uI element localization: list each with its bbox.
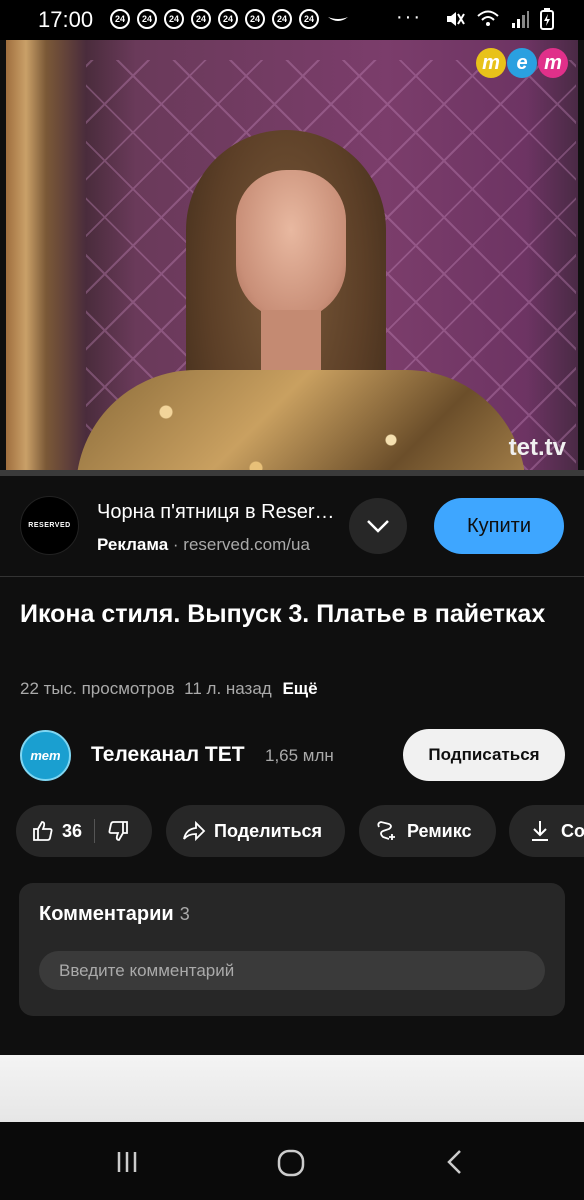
remix-button[interactable]: Ремикс bbox=[359, 805, 496, 857]
ad-url: reserved.com/ua bbox=[183, 535, 310, 554]
more-description-link[interactable]: Ещё bbox=[282, 679, 317, 698]
save-label: Сохранить bbox=[561, 820, 584, 841]
notification-badge-icon: 24 bbox=[245, 9, 265, 29]
mustache-icon bbox=[328, 17, 348, 21]
upload-age: 11 л. назад bbox=[184, 679, 272, 698]
ad-banner[interactable]: RESERVED Чорна п'ятниця в Reserved Рекла… bbox=[0, 476, 584, 577]
divider bbox=[94, 819, 96, 843]
channel-avatar[interactable]: тет bbox=[20, 730, 71, 781]
action-bar: 36 Поделиться Ремикс Сохранить bbox=[16, 805, 584, 857]
logo-letter: т bbox=[538, 48, 568, 78]
ad-title[interactable]: Чорна п'ятниця в Reserved bbox=[97, 501, 337, 524]
notification-badge-icon: 24 bbox=[164, 9, 184, 29]
signal-icon bbox=[512, 11, 529, 28]
comments-panel[interactable]: Комментарии 3 Введите комментарий bbox=[19, 883, 565, 1016]
system-nav-bar bbox=[0, 1122, 584, 1200]
status-bar: 17:00 24 24 24 24 24 24 24 24 ··· bbox=[0, 0, 584, 40]
video-figure-dress bbox=[76, 370, 526, 474]
video-meta[interactable]: 22 тыс. просмотров 11 л. назад Ещё bbox=[20, 679, 318, 699]
home-icon[interactable] bbox=[276, 1148, 306, 1178]
chevron-down-icon bbox=[367, 520, 389, 533]
comments-title: Комментарии bbox=[39, 903, 174, 925]
share-button[interactable]: Поделиться bbox=[166, 805, 345, 857]
video-figure-face bbox=[236, 170, 346, 320]
video-watermark: tet.tv bbox=[508, 434, 566, 461]
more-notifications-icon: ··· bbox=[396, 6, 422, 28]
mute-icon bbox=[447, 12, 465, 26]
notification-badge-icon: 24 bbox=[191, 9, 211, 29]
share-arrow-icon bbox=[183, 820, 206, 842]
logo-letter: т bbox=[476, 48, 506, 78]
remix-icon bbox=[377, 821, 395, 840]
notification-badge-icon: 24 bbox=[218, 9, 238, 29]
remix-label: Ремикс bbox=[407, 820, 472, 841]
logo-letter: е bbox=[507, 48, 537, 78]
video-title[interactable]: Икона стиля. Выпуск 3. Платье в пайетках bbox=[20, 597, 570, 632]
comments-heading: Комментарии 3 bbox=[39, 903, 190, 926]
notification-badge-icon: 24 bbox=[272, 9, 292, 29]
download-icon bbox=[532, 821, 548, 841]
view-count: 22 тыс. просмотров bbox=[20, 679, 175, 698]
channel-row: тет Телеканал ТЕТ 1,65 млн Подписаться bbox=[0, 728, 584, 782]
subscribe-button[interactable]: Подписаться bbox=[403, 729, 565, 781]
recent-apps-icon[interactable] bbox=[113, 1148, 141, 1176]
video-player[interactable]: т е т tet.tv bbox=[6, 40, 578, 474]
thumbs-down-icon[interactable] bbox=[107, 820, 129, 842]
tet-channel-logo: т е т bbox=[476, 48, 568, 78]
wifi-icon bbox=[477, 10, 499, 26]
dot-separator: · bbox=[172, 535, 184, 554]
next-content-placeholder bbox=[0, 1055, 584, 1122]
like-dislike-group: 36 bbox=[16, 805, 152, 857]
battery-icon bbox=[540, 8, 554, 30]
buy-button[interactable]: Купити bbox=[434, 498, 564, 554]
ad-expand-button[interactable] bbox=[349, 498, 407, 554]
notification-badge-icon: 24 bbox=[137, 9, 157, 29]
system-icons bbox=[444, 8, 554, 30]
share-label: Поделиться bbox=[214, 820, 323, 841]
back-icon[interactable] bbox=[442, 1148, 468, 1176]
status-time: 17:00 bbox=[38, 7, 94, 32]
like-count[interactable]: 36 bbox=[62, 821, 82, 842]
notification-icons: 24 24 24 24 24 24 24 24 bbox=[110, 9, 350, 29]
sponsored-label: Реклама bbox=[97, 535, 169, 554]
save-button[interactable]: Сохранить bbox=[509, 805, 584, 857]
comment-input[interactable]: Введите комментарий bbox=[39, 951, 545, 990]
subscriber-count: 1,65 млн bbox=[265, 746, 334, 765]
thumbs-up-icon[interactable] bbox=[32, 820, 54, 842]
comments-count: 3 bbox=[179, 904, 190, 924]
ad-subtitle: Реклама · reserved.com/ua bbox=[97, 535, 342, 555]
advertiser-logo[interactable]: RESERVED bbox=[20, 496, 79, 555]
channel-name[interactable]: Телеканал ТЕТ bbox=[91, 743, 245, 767]
notification-badge-icon: 24 bbox=[110, 9, 130, 29]
notification-badge-icon: 24 bbox=[299, 9, 319, 29]
